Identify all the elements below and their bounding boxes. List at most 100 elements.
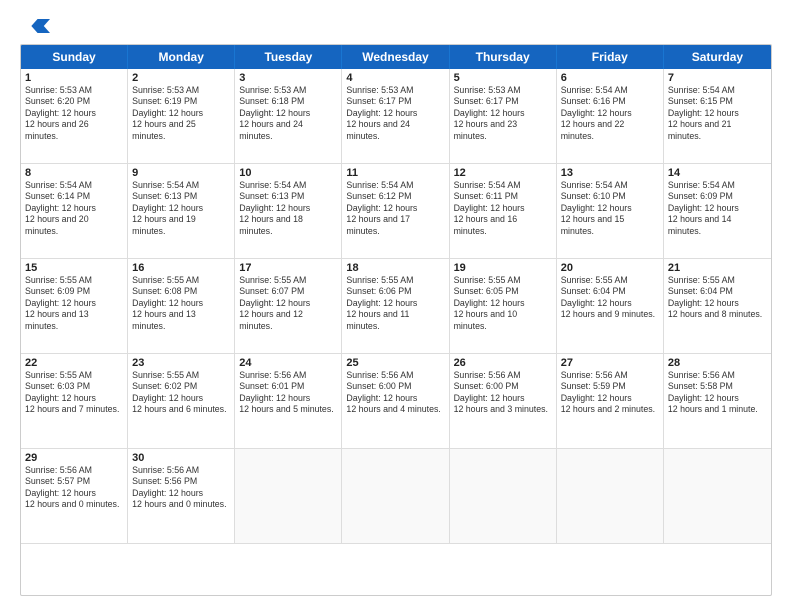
- cal-cell-20: 21Sunrise: 5:55 AMSunset: 6:04 PMDayligh…: [664, 259, 771, 354]
- cal-cell-30: [235, 449, 342, 544]
- day-info: Sunrise: 5:56 AMSunset: 5:56 PMDaylight:…: [132, 465, 230, 511]
- weekday-header-friday: Friday: [557, 45, 664, 69]
- day-info: Sunrise: 5:55 AMSunset: 6:04 PMDaylight:…: [561, 275, 659, 321]
- day-info: Sunrise: 5:55 AMSunset: 6:09 PMDaylight:…: [25, 275, 123, 332]
- day-info: Sunrise: 5:54 AMSunset: 6:13 PMDaylight:…: [132, 180, 230, 237]
- day-info: Sunrise: 5:54 AMSunset: 6:10 PMDaylight:…: [561, 180, 659, 237]
- day-info: Sunrise: 5:54 AMSunset: 6:16 PMDaylight:…: [561, 85, 659, 142]
- day-info: Sunrise: 5:53 AMSunset: 6:17 PMDaylight:…: [454, 85, 552, 142]
- day-number: 1: [25, 72, 123, 84]
- cal-cell-29: 30Sunrise: 5:56 AMSunset: 5:56 PMDayligh…: [128, 449, 235, 544]
- day-info: Sunrise: 5:56 AMSunset: 5:58 PMDaylight:…: [668, 370, 767, 416]
- day-number: 27: [561, 357, 659, 369]
- cal-cell-11: 12Sunrise: 5:54 AMSunset: 6:11 PMDayligh…: [450, 164, 557, 259]
- weekday-header-sunday: Sunday: [21, 45, 128, 69]
- day-info: Sunrise: 5:55 AMSunset: 6:04 PMDaylight:…: [668, 275, 767, 321]
- day-info: Sunrise: 5:53 AMSunset: 6:18 PMDaylight:…: [239, 85, 337, 142]
- day-info: Sunrise: 5:54 AMSunset: 6:14 PMDaylight:…: [25, 180, 123, 237]
- day-number: 22: [25, 357, 123, 369]
- day-info: Sunrise: 5:56 AMSunset: 5:59 PMDaylight:…: [561, 370, 659, 416]
- cal-cell-3: 4Sunrise: 5:53 AMSunset: 6:17 PMDaylight…: [342, 69, 449, 164]
- cal-cell-4: 5Sunrise: 5:53 AMSunset: 6:17 PMDaylight…: [450, 69, 557, 164]
- day-info: Sunrise: 5:53 AMSunset: 6:19 PMDaylight:…: [132, 85, 230, 142]
- day-info: Sunrise: 5:56 AMSunset: 5:57 PMDaylight:…: [25, 465, 123, 511]
- day-info: Sunrise: 5:55 AMSunset: 6:07 PMDaylight:…: [239, 275, 337, 332]
- day-number: 4: [346, 72, 444, 84]
- cal-cell-0: 1Sunrise: 5:53 AMSunset: 6:20 PMDaylight…: [21, 69, 128, 164]
- weekday-header-monday: Monday: [128, 45, 235, 69]
- cal-cell-24: 25Sunrise: 5:56 AMSunset: 6:00 PMDayligh…: [342, 354, 449, 449]
- day-number: 25: [346, 357, 444, 369]
- weekday-header-saturday: Saturday: [664, 45, 771, 69]
- cal-cell-18: 19Sunrise: 5:55 AMSunset: 6:05 PMDayligh…: [450, 259, 557, 354]
- day-number: 9: [132, 167, 230, 179]
- calendar-body: 1Sunrise: 5:53 AMSunset: 6:20 PMDaylight…: [21, 69, 771, 544]
- day-number: 16: [132, 262, 230, 274]
- day-number: 12: [454, 167, 552, 179]
- day-number: 2: [132, 72, 230, 84]
- calendar-header: SundayMondayTuesdayWednesdayThursdayFrid…: [21, 45, 771, 69]
- weekday-header-wednesday: Wednesday: [342, 45, 449, 69]
- day-number: 19: [454, 262, 552, 274]
- day-number: 17: [239, 262, 337, 274]
- cal-cell-26: 27Sunrise: 5:56 AMSunset: 5:59 PMDayligh…: [557, 354, 664, 449]
- day-number: 21: [668, 262, 767, 274]
- day-number: 13: [561, 167, 659, 179]
- cal-cell-34: [664, 449, 771, 544]
- cal-cell-15: 16Sunrise: 5:55 AMSunset: 6:08 PMDayligh…: [128, 259, 235, 354]
- day-info: Sunrise: 5:54 AMSunset: 6:15 PMDaylight:…: [668, 85, 767, 142]
- day-number: 28: [668, 357, 767, 369]
- day-number: 5: [454, 72, 552, 84]
- day-number: 10: [239, 167, 337, 179]
- cal-cell-17: 18Sunrise: 5:55 AMSunset: 6:06 PMDayligh…: [342, 259, 449, 354]
- logo: [20, 16, 50, 36]
- cal-cell-32: [450, 449, 557, 544]
- day-info: Sunrise: 5:55 AMSunset: 6:08 PMDaylight:…: [132, 275, 230, 332]
- day-number: 11: [346, 167, 444, 179]
- cal-cell-28: 29Sunrise: 5:56 AMSunset: 5:57 PMDayligh…: [21, 449, 128, 544]
- cal-cell-25: 26Sunrise: 5:56 AMSunset: 6:00 PMDayligh…: [450, 354, 557, 449]
- day-info: Sunrise: 5:55 AMSunset: 6:05 PMDaylight:…: [454, 275, 552, 332]
- cal-cell-5: 6Sunrise: 5:54 AMSunset: 6:16 PMDaylight…: [557, 69, 664, 164]
- day-info: Sunrise: 5:55 AMSunset: 6:06 PMDaylight:…: [346, 275, 444, 332]
- day-number: 15: [25, 262, 123, 274]
- day-number: 8: [25, 167, 123, 179]
- day-number: 6: [561, 72, 659, 84]
- day-number: 3: [239, 72, 337, 84]
- day-info: Sunrise: 5:53 AMSunset: 6:17 PMDaylight:…: [346, 85, 444, 142]
- page: SundayMondayTuesdayWednesdayThursdayFrid…: [0, 0, 792, 612]
- day-info: Sunrise: 5:54 AMSunset: 6:12 PMDaylight:…: [346, 180, 444, 237]
- general-blue-icon: [22, 17, 50, 35]
- cal-cell-22: 23Sunrise: 5:55 AMSunset: 6:02 PMDayligh…: [128, 354, 235, 449]
- day-number: 18: [346, 262, 444, 274]
- cal-cell-1: 2Sunrise: 5:53 AMSunset: 6:19 PMDaylight…: [128, 69, 235, 164]
- day-info: Sunrise: 5:55 AMSunset: 6:03 PMDaylight:…: [25, 370, 123, 416]
- cal-cell-9: 10Sunrise: 5:54 AMSunset: 6:13 PMDayligh…: [235, 164, 342, 259]
- day-number: 7: [668, 72, 767, 84]
- cal-cell-7: 8Sunrise: 5:54 AMSunset: 6:14 PMDaylight…: [21, 164, 128, 259]
- cal-cell-27: 28Sunrise: 5:56 AMSunset: 5:58 PMDayligh…: [664, 354, 771, 449]
- day-number: 24: [239, 357, 337, 369]
- cal-cell-19: 20Sunrise: 5:55 AMSunset: 6:04 PMDayligh…: [557, 259, 664, 354]
- day-info: Sunrise: 5:56 AMSunset: 6:00 PMDaylight:…: [346, 370, 444, 416]
- cal-cell-2: 3Sunrise: 5:53 AMSunset: 6:18 PMDaylight…: [235, 69, 342, 164]
- cal-cell-23: 24Sunrise: 5:56 AMSunset: 6:01 PMDayligh…: [235, 354, 342, 449]
- day-info: Sunrise: 5:54 AMSunset: 6:09 PMDaylight:…: [668, 180, 767, 237]
- cal-cell-10: 11Sunrise: 5:54 AMSunset: 6:12 PMDayligh…: [342, 164, 449, 259]
- cal-cell-14: 15Sunrise: 5:55 AMSunset: 6:09 PMDayligh…: [21, 259, 128, 354]
- cal-cell-31: [342, 449, 449, 544]
- cal-cell-21: 22Sunrise: 5:55 AMSunset: 6:03 PMDayligh…: [21, 354, 128, 449]
- calendar: SundayMondayTuesdayWednesdayThursdayFrid…: [20, 44, 772, 596]
- day-info: Sunrise: 5:56 AMSunset: 6:00 PMDaylight:…: [454, 370, 552, 416]
- day-info: Sunrise: 5:55 AMSunset: 6:02 PMDaylight:…: [132, 370, 230, 416]
- cal-cell-8: 9Sunrise: 5:54 AMSunset: 6:13 PMDaylight…: [128, 164, 235, 259]
- day-number: 14: [668, 167, 767, 179]
- day-number: 23: [132, 357, 230, 369]
- day-info: Sunrise: 5:56 AMSunset: 6:01 PMDaylight:…: [239, 370, 337, 416]
- day-info: Sunrise: 5:53 AMSunset: 6:20 PMDaylight:…: [25, 85, 123, 142]
- cal-cell-6: 7Sunrise: 5:54 AMSunset: 6:15 PMDaylight…: [664, 69, 771, 164]
- cal-cell-33: [557, 449, 664, 544]
- header: [20, 16, 772, 36]
- cal-cell-16: 17Sunrise: 5:55 AMSunset: 6:07 PMDayligh…: [235, 259, 342, 354]
- day-info: Sunrise: 5:54 AMSunset: 6:11 PMDaylight:…: [454, 180, 552, 237]
